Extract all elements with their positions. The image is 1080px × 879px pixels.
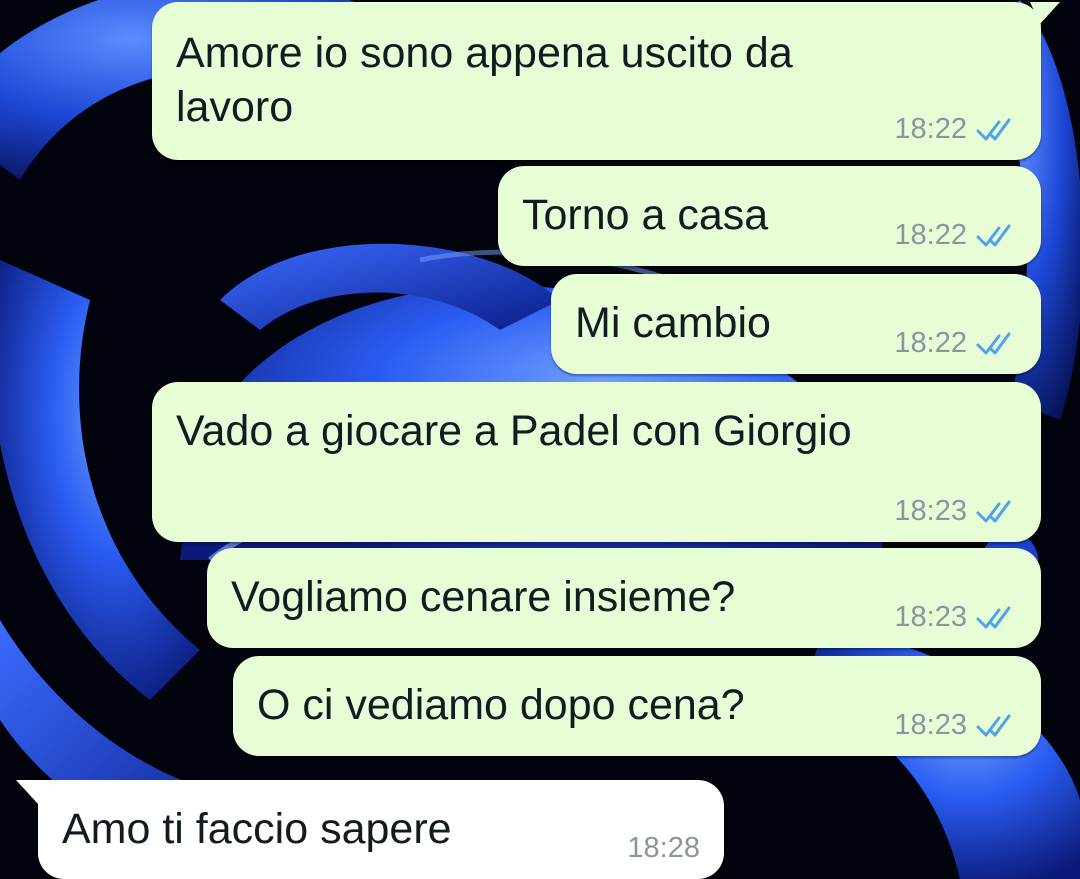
message-bubble-outgoing[interactable]: Vogliamo cenare insieme? 18:23 — [207, 548, 1041, 648]
message-time: 18:22 — [894, 113, 967, 145]
read-double-tick-icon — [976, 332, 1011, 354]
message-text: Mi cambio — [575, 299, 771, 347]
message-time: 18:22 — [894, 219, 967, 251]
message-bubble-incoming[interactable]: Amo ti faccio sapere 18:28 — [38, 780, 724, 879]
message-meta: 18:22 — [894, 219, 1017, 252]
message-meta: 18:23 — [894, 709, 1017, 742]
message-bubble-outgoing[interactable]: Vado a giocare a Padel con Giorgio 18:23 — [152, 382, 1041, 542]
message-meta: 18:23 — [894, 601, 1017, 634]
message-meta: 18:23 — [894, 495, 1017, 528]
message-bubble-outgoing[interactable]: O ci vediamo dopo cena? 18:23 — [233, 656, 1041, 756]
bubble-tail-outgoing — [1030, 2, 1060, 24]
chat-screen: Amore io sono appena uscito da lavoro 18… — [0, 0, 1080, 879]
read-double-tick-icon — [976, 118, 1011, 140]
message-meta: 18:28 — [627, 832, 700, 865]
read-double-tick-icon — [976, 606, 1011, 628]
message-meta: 18:22 — [894, 327, 1017, 360]
message-bubble-outgoing[interactable]: Amore io sono appena uscito da lavoro 18… — [152, 2, 1041, 160]
bubble-tail-incoming — [16, 780, 46, 804]
read-double-tick-icon — [976, 500, 1011, 522]
message-time: 18:28 — [627, 832, 700, 864]
message-text: Torno a casa — [522, 191, 769, 239]
message-text: Vado a giocare a Padel con Giorgio — [176, 407, 852, 455]
read-double-tick-icon — [976, 224, 1011, 246]
message-text: Vogliamo cenare insieme? — [231, 573, 736, 621]
message-time: 18:23 — [894, 601, 967, 633]
message-bubble-outgoing[interactable]: Mi cambio 18:22 — [551, 274, 1041, 374]
message-time: 18:22 — [894, 327, 967, 359]
message-time: 18:23 — [894, 495, 967, 527]
message-time: 18:23 — [894, 709, 967, 741]
message-text: O ci vediamo dopo cena? — [257, 681, 745, 729]
message-text: Amo ti faccio sapere — [62, 805, 452, 853]
read-double-tick-icon — [976, 714, 1011, 736]
message-bubble-outgoing[interactable]: Torno a casa 18:22 — [498, 166, 1041, 266]
message-meta: 18:22 — [894, 113, 1017, 146]
message-text: Amore io sono appena uscito da lavoro — [176, 29, 793, 131]
